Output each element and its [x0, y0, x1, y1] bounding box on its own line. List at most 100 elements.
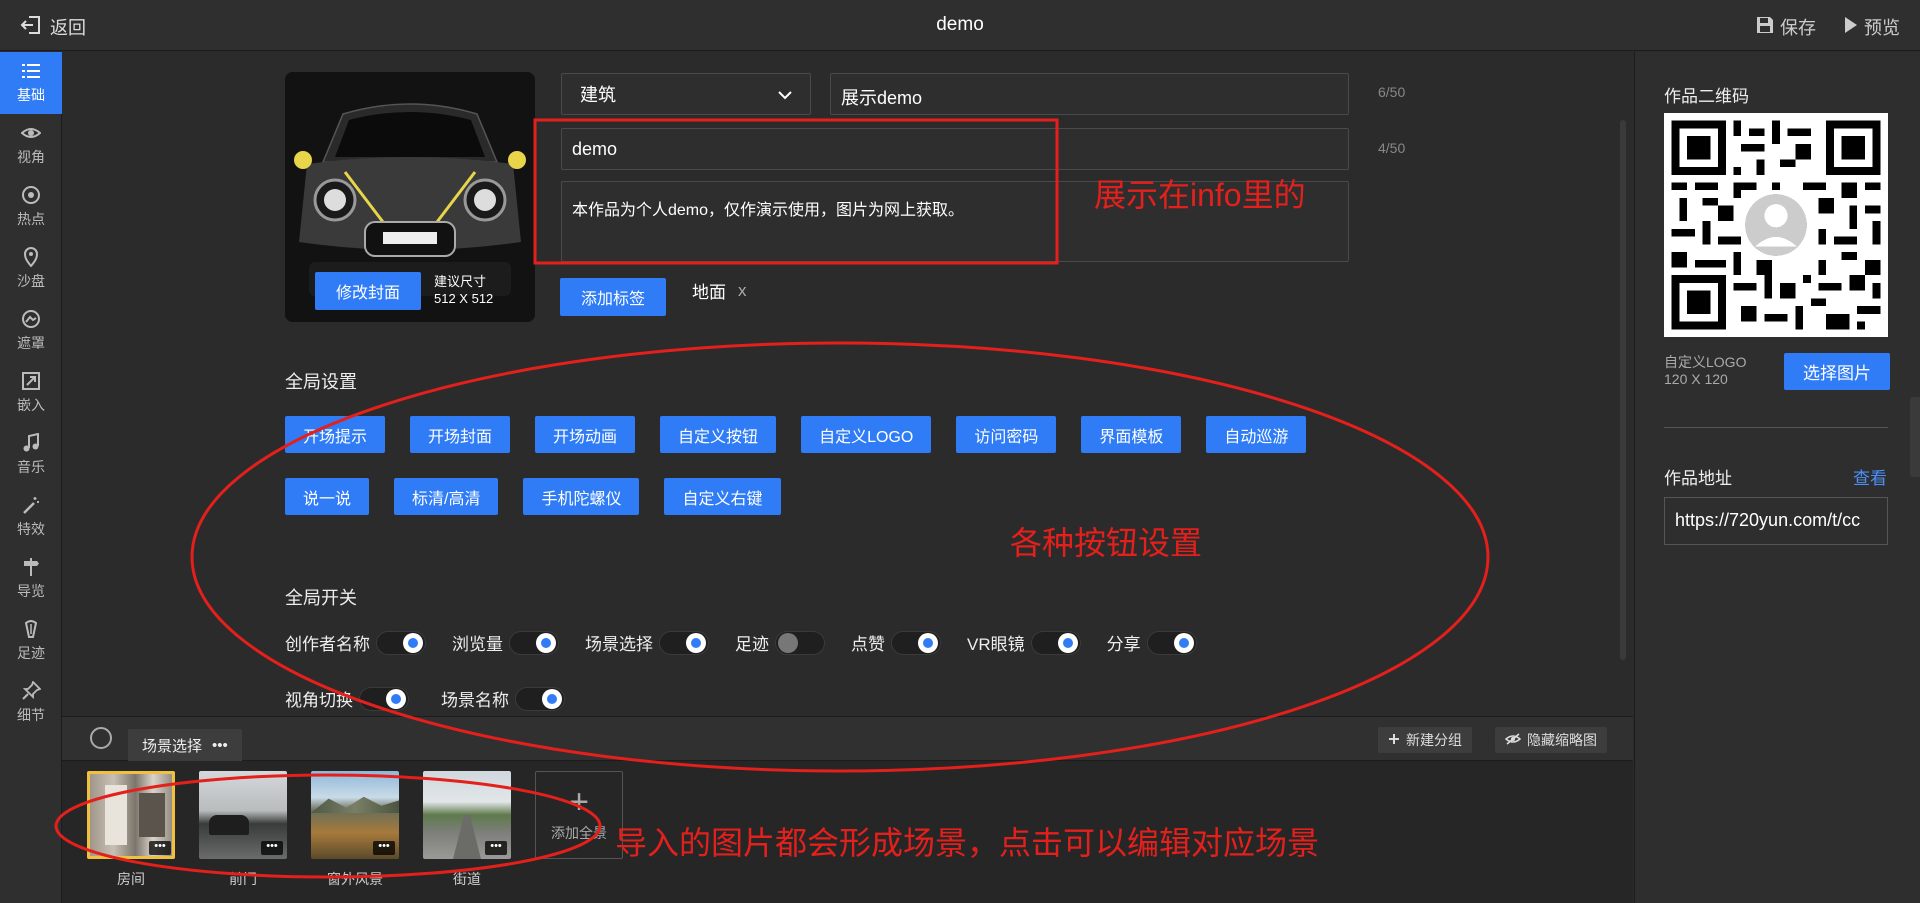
- title-input[interactable]: 展示demo: [830, 73, 1349, 115]
- sidebar-item-view[interactable]: 视角: [0, 114, 62, 176]
- preview-button[interactable]: 预览: [1844, 14, 1900, 40]
- scene-item[interactable]: ••• 街道: [423, 771, 511, 889]
- switch-label: 浏览量: [452, 635, 503, 654]
- panel-edge-handle[interactable]: [1910, 397, 1920, 477]
- category-value: 建筑: [580, 85, 616, 105]
- scene-more-button[interactable]: •••: [149, 841, 171, 855]
- creator-name-switch[interactable]: 创作者名称: [285, 630, 426, 655]
- category-select[interactable]: 建筑: [561, 73, 811, 115]
- name-input[interactable]: demo: [561, 128, 1349, 170]
- scene-more-button[interactable]: •••: [261, 841, 283, 855]
- scene-item[interactable]: ••• 前门: [199, 771, 287, 889]
- right-panel: 作品二维码 自定义LOGO 120 X 120 选择图片 作品地址 查看 htt…: [1634, 52, 1920, 903]
- tag-remove-button[interactable]: x: [738, 281, 747, 301]
- plus-icon: [1388, 732, 1400, 748]
- opening-animation-button[interactable]: 开场动画: [535, 416, 636, 453]
- main-scrollbar[interactable]: [1620, 120, 1626, 660]
- settings-row-2: 说一说 标清/高清 手机陀螺仪 自定义右键: [285, 478, 781, 515]
- sidebar-item-hotspot[interactable]: 热点: [0, 176, 62, 238]
- sidebar-item-label: 足迹: [17, 645, 45, 661]
- sidebar-item-effects[interactable]: 特效: [0, 486, 62, 548]
- like-switch[interactable]: 点赞: [851, 630, 941, 655]
- scene-label: 窗外风景: [327, 871, 383, 887]
- scene-select-switch[interactable]: 场景选择: [585, 630, 709, 655]
- scene-name-switch[interactable]: 场景名称: [441, 686, 565, 711]
- eye-icon: [21, 128, 41, 138]
- save-label: 保存: [1780, 18, 1816, 38]
- switches-row-2: 视角切换 场景名称: [285, 686, 565, 711]
- sidebar-item-footprint[interactable]: 足迹: [0, 610, 62, 672]
- view-switching-switch[interactable]: 视角切换: [285, 686, 409, 711]
- access-password-button[interactable]: 访问密码: [956, 416, 1057, 453]
- custom-logo-button[interactable]: 自定义LOGO: [801, 416, 932, 453]
- sidebar-item-label: 沙盘: [17, 273, 45, 289]
- share-switch[interactable]: 分享: [1107, 630, 1197, 655]
- toggle[interactable]: [775, 630, 825, 655]
- opening-tip-button[interactable]: 开场提示: [285, 416, 386, 453]
- sidebar-item-details[interactable]: 细节: [0, 672, 62, 734]
- sidebar-item-label: 特效: [17, 521, 45, 537]
- toggle[interactable]: [891, 630, 941, 655]
- footprint-switch[interactable]: 足迹: [735, 630, 825, 655]
- scene-more-button[interactable]: •••: [485, 841, 507, 855]
- custom-button-button[interactable]: 自定义按钮: [660, 416, 777, 453]
- group-tab-label: 场景选择: [142, 737, 203, 755]
- gyroscope-button[interactable]: 手机陀螺仪: [523, 478, 640, 515]
- address-input[interactable]: https://720yun.com/t/cc: [1664, 497, 1888, 545]
- comments-button[interactable]: 说一说: [285, 478, 370, 515]
- switch-label: VR眼镜: [967, 635, 1025, 654]
- switch-label: 分享: [1106, 635, 1141, 654]
- ui-template-button[interactable]: 界面模板: [1081, 416, 1182, 453]
- more-icon[interactable]: •••: [212, 737, 228, 754]
- sidebar-item-basic[interactable]: 基础: [0, 52, 62, 114]
- toggle[interactable]: [509, 630, 559, 655]
- new-group-button[interactable]: 新建分组: [1378, 727, 1472, 753]
- toggle[interactable]: [1146, 630, 1197, 655]
- views-switch[interactable]: 浏览量: [452, 630, 559, 655]
- toggle[interactable]: [376, 630, 426, 655]
- edit-cover-button[interactable]: 修改封面: [315, 272, 421, 310]
- add-panorama-label: 添加全景: [551, 825, 607, 841]
- sd-hd-button[interactable]: 标清/高清: [394, 478, 499, 515]
- sidebar-item-guide[interactable]: 导览: [0, 548, 62, 610]
- sidebar-item-label: 视角: [17, 149, 45, 165]
- sidebar-item-embed[interactable]: 嵌入: [0, 362, 62, 424]
- add-tag-button[interactable]: 添加标签: [560, 278, 666, 316]
- toggle[interactable]: [1030, 630, 1081, 655]
- auto-tour-button[interactable]: 自动巡游: [1206, 416, 1307, 453]
- scene-strip: 场景选择 ••• 新建分组 隐藏缩略图 ••• 房间 ••• 前门 ••• 窗外…: [62, 716, 1633, 903]
- signpost-icon: [24, 558, 39, 576]
- add-panorama-button[interactable]: + 添加全景: [535, 771, 623, 859]
- scene-thumbnails: ••• 房间 ••• 前门 ••• 窗外风景 ••• 街道 + 添加全景: [87, 771, 623, 889]
- scene-thumbnail: •••: [311, 771, 399, 859]
- scene-item[interactable]: ••• 窗外风景: [311, 771, 399, 889]
- group-icon[interactable]: [90, 727, 112, 749]
- sidebar-item-mask[interactable]: 遮罩: [0, 300, 62, 362]
- sidebar-item-label: 热点: [17, 211, 45, 227]
- sidebar-item-sandtable[interactable]: 沙盘: [0, 238, 62, 300]
- opening-cover-button[interactable]: 开场封面: [410, 416, 511, 453]
- toggle[interactable]: [359, 686, 409, 711]
- view-link[interactable]: 查看: [1853, 464, 1887, 489]
- switch-label: 视角切换: [285, 691, 353, 710]
- group-tab[interactable]: 场景选择 •••: [128, 729, 242, 761]
- sidebar-item-music[interactable]: 音乐: [0, 424, 62, 486]
- annotation-info-note: 展示在info里的: [1094, 177, 1306, 213]
- vr-glasses-switch[interactable]: VR眼镜: [967, 630, 1081, 655]
- scene-more-button[interactable]: •••: [373, 841, 395, 855]
- switch-label: 点赞: [851, 635, 885, 654]
- pick-image-button[interactable]: 选择图片: [1784, 353, 1890, 390]
- save-button[interactable]: 保存: [1756, 14, 1816, 40]
- cover-hint-line1: 建议尺寸: [434, 274, 487, 289]
- save-icon: [1756, 16, 1774, 39]
- toggle[interactable]: [515, 686, 565, 711]
- hide-thumbnails-button[interactable]: 隐藏缩略图: [1495, 727, 1607, 753]
- sidebar-item-label: 遮罩: [17, 335, 45, 351]
- footprint-icon: [24, 620, 38, 638]
- scene-thumbnail: •••: [199, 771, 287, 859]
- custom-right-click-button[interactable]: 自定义右键: [664, 478, 781, 515]
- sidebar-item-label: 细节: [17, 707, 45, 723]
- scene-item[interactable]: ••• 房间: [87, 771, 175, 889]
- toggle[interactable]: [659, 630, 709, 655]
- cover-image: 修改封面 建议尺寸 512 X 512: [285, 72, 535, 322]
